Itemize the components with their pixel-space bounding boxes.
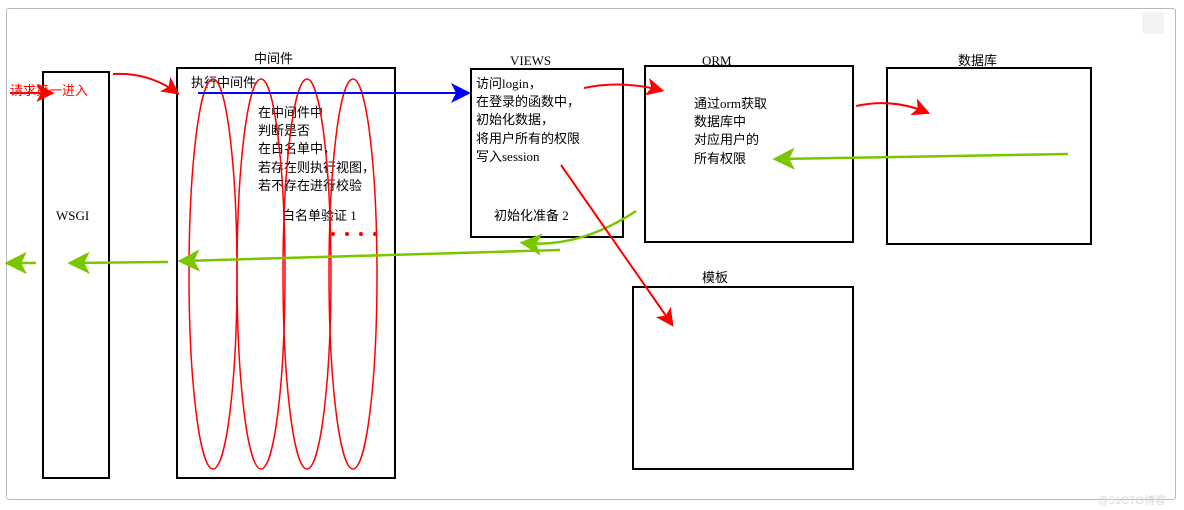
template-title: 模板 xyxy=(702,269,728,287)
db-box xyxy=(886,67,1092,245)
entry-text: 请求第一进入 xyxy=(10,82,88,100)
middleware-exec: 执行中间件 xyxy=(191,74,256,92)
dot-icon xyxy=(373,232,377,236)
views-init: 初始化准备 2 xyxy=(494,207,569,225)
views-title: VIEWS xyxy=(510,52,551,70)
views-desc: 访问login， 在登录的函数中， 初始化数据， 将用户所有的权限 写入sess… xyxy=(476,75,580,166)
template-box xyxy=(632,286,854,470)
orm-desc: 通过orm获取 数据库中 对应用户的 所有权限 xyxy=(694,95,767,168)
middleware-desc: 在中间件中 判断是否 在白名单中， 若存在则执行视图， 若不存在进行校验 xyxy=(258,104,375,195)
watermark: @51CTO博客 xyxy=(1098,492,1166,508)
middleware-title: 中间件 xyxy=(254,50,293,68)
wsgi-box xyxy=(42,71,110,479)
dot-icon xyxy=(331,232,335,236)
orm-title: ORM xyxy=(702,52,732,70)
dot-icon xyxy=(345,232,349,236)
dot-icon xyxy=(359,232,363,236)
whitelist-label: 白名单验证 1 xyxy=(282,207,357,225)
db-title: 数据库 xyxy=(958,52,997,70)
expand-button[interactable] xyxy=(1142,12,1164,34)
wsgi-label: WSGI xyxy=(56,207,89,225)
